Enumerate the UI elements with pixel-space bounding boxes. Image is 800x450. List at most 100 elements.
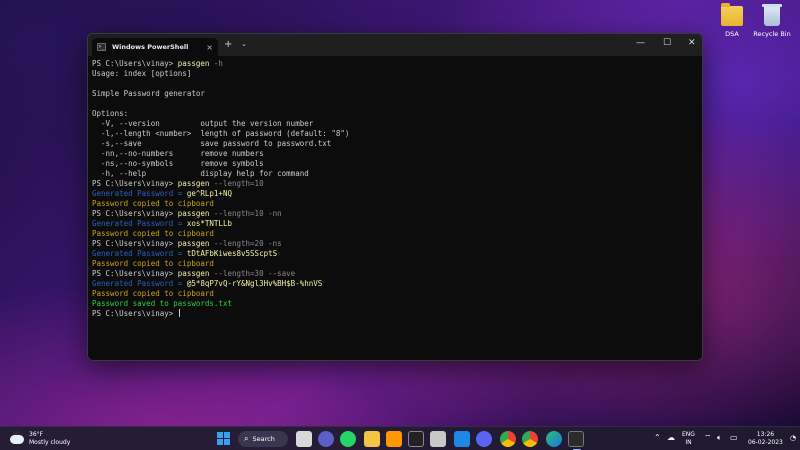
app-icon[interactable] <box>430 431 446 447</box>
clock[interactable]: 13:26 06-02-2023 <box>748 431 783 447</box>
maximize-button[interactable]: ☐ <box>663 38 671 48</box>
cloud-icon <box>10 430 24 444</box>
terminal-line: Simple Password generator <box>92 89 698 99</box>
prompt: PS C:\Users\vinay> <box>92 209 178 218</box>
command-name: passgen <box>177 209 210 218</box>
command-args: --length=20 -ns <box>209 239 282 248</box>
prompt: PS C:\Users\vinay> <box>92 239 178 248</box>
vscode-icon[interactable] <box>454 431 470 447</box>
teams-icon[interactable] <box>318 431 334 447</box>
edge-icon[interactable] <box>546 431 562 447</box>
minimize-button[interactable]: — <box>636 38 645 48</box>
recycle-bin-icon <box>762 4 782 26</box>
terminal-line: Generated Password = xos*TNTLLb <box>92 219 698 229</box>
sublime-text-icon[interactable] <box>386 431 402 447</box>
terminal-line: Password copied to cipboard <box>92 289 698 299</box>
cloud-sync-icon[interactable]: ☁ <box>667 433 675 442</box>
terminal-line: Usage: index [options] <box>92 69 698 79</box>
clock-time: 13:26 <box>756 431 775 438</box>
terminal-line: Password copied to cipboard <box>92 229 698 239</box>
generated-label: Generated Password = <box>92 249 187 258</box>
output-text: -ns,--no-symbols remove symbols <box>92 159 264 168</box>
terminal-line: -s,--save save password to password.txt <box>92 139 698 149</box>
title-bar[interactable]: >_ Windows PowerShell × + ⌄ — ☐ ✕ <box>88 34 702 56</box>
chevron-up-icon[interactable]: ⌃ <box>654 433 661 442</box>
search-icon: ⌕ <box>244 434 249 443</box>
output-text: -l,--length <number> length of password … <box>92 129 350 138</box>
terminal-app-icon[interactable] <box>408 431 424 447</box>
desktop-icon-label: DSA <box>725 30 739 38</box>
task-view-icon[interactable] <box>296 431 312 447</box>
start-button[interactable] <box>216 431 232 447</box>
weather-desc: Mostly cloudy <box>29 439 71 446</box>
tab-windows-powershell[interactable]: >_ Windows PowerShell × <box>92 38 218 56</box>
output-text: Simple Password generator <box>92 89 205 98</box>
chrome-profile-icon[interactable] <box>522 431 538 447</box>
output-text: Usage: index [options] <box>92 69 192 78</box>
weather-temp: 36°F <box>29 431 44 438</box>
chevron-down-icon[interactable]: ⌄ <box>241 40 247 48</box>
terminal-line: PS C:\Users\vinay> passgen -h <box>92 59 698 69</box>
clock-date: 06-02-2023 <box>748 439 783 446</box>
copied-message: Password copied to cipboard <box>92 289 214 298</box>
close-window-button[interactable]: ✕ <box>688 38 696 48</box>
terminal-line: -l,--length <number> length of password … <box>92 129 698 139</box>
terminal-line: Generated Password = @5*8qP7vQ-rY&Ngl3Hv… <box>92 279 698 289</box>
command-args: --length=10 -nn <box>209 209 282 218</box>
prompt: PS C:\Users\vinay> <box>92 269 178 278</box>
battery-icon[interactable]: ▭ <box>730 433 738 442</box>
command-name: passgen <box>177 179 210 188</box>
volume-icon[interactable]: 🔈︎ <box>717 433 722 443</box>
command-args: --length=30 --save <box>209 269 296 278</box>
copied-message: Password copied to cipboard <box>92 229 214 238</box>
desktop-icon-recycle-bin[interactable]: Recycle Bin <box>752 4 792 38</box>
wifi-icon[interactable]: ⌔ <box>704 433 712 443</box>
terminal-line: PS C:\Users\vinay> passgen --length=30 -… <box>92 269 698 279</box>
language-top: ENG <box>682 431 695 438</box>
prompt: PS C:\Users\vinay> <box>92 179 178 188</box>
folder-icon <box>721 3 743 26</box>
terminal-line: PS C:\Users\vinay> <box>92 309 698 319</box>
terminal-line: Options: <box>92 109 698 119</box>
powershell-icon: >_ <box>97 43 106 51</box>
text-cursor <box>178 309 180 317</box>
generated-label: Generated Password = <box>92 189 187 198</box>
output-text: -h, --help display help for command <box>92 169 309 178</box>
generated-label: Generated Password = <box>92 279 187 288</box>
copied-message: Password copied to cipboard <box>92 259 214 268</box>
generated-label: Generated Password = <box>92 219 187 228</box>
file-explorer-icon[interactable] <box>364 431 380 447</box>
new-tab-button[interactable]: + <box>224 39 232 50</box>
taskbar: 36°F Mostly cloudy ⌕ Search ⌃ ☁ ENG IN ⌔… <box>0 426 800 450</box>
prompt: PS C:\Users\vinay> <box>92 59 178 68</box>
desktop-icon-dsa[interactable]: DSA <box>712 3 752 38</box>
terminal-line: Password copied to cipboard <box>92 199 698 209</box>
generated-password: @5*8qP7vQ-rY&Ngl3Hv%BH$B-%hnVS <box>186 279 323 288</box>
generated-password: xos*TNTLLb <box>186 219 232 228</box>
chrome-icon[interactable] <box>500 431 516 447</box>
saved-message: Password saved to passwords.txt <box>92 299 232 308</box>
terminal-line: Generated Password = tDtAFbKiwes8v5SScpt… <box>92 249 698 259</box>
terminal-line: Generated Password = ge^RLp1+NQ <box>92 189 698 199</box>
search-input[interactable]: ⌕ Search <box>238 431 288 447</box>
weather-widget[interactable]: 36°F Mostly cloudy <box>10 430 71 447</box>
terminal-line: PS C:\Users\vinay> passgen --length=10 -… <box>92 209 698 219</box>
discord-icon[interactable] <box>476 431 492 447</box>
command-args: --length=10 <box>209 179 264 188</box>
terminal-line: -ns,--no-symbols remove symbols <box>92 159 698 169</box>
search-label: Search <box>252 435 275 443</box>
tab-title: Windows PowerShell <box>112 43 189 51</box>
windows-terminal-icon[interactable] <box>568 431 584 447</box>
notification-icon[interactable]: ◔ <box>790 434 796 442</box>
whatsapp-icon[interactable] <box>340 431 356 447</box>
terminal-line: Password saved to passwords.txt <box>92 299 698 309</box>
command-name: passgen <box>177 269 210 278</box>
output-text: -V, --version output the version number <box>92 119 314 128</box>
language-bottom: IN <box>685 439 692 446</box>
output-text: -nn,--no-numbers remove numbers <box>92 149 264 158</box>
language-indicator[interactable]: ENG IN <box>682 431 695 447</box>
terminal-output[interactable]: PS C:\Users\vinay> passgen -h Usage: inde… <box>88 56 702 319</box>
tab-close-icon[interactable]: × <box>206 43 213 52</box>
